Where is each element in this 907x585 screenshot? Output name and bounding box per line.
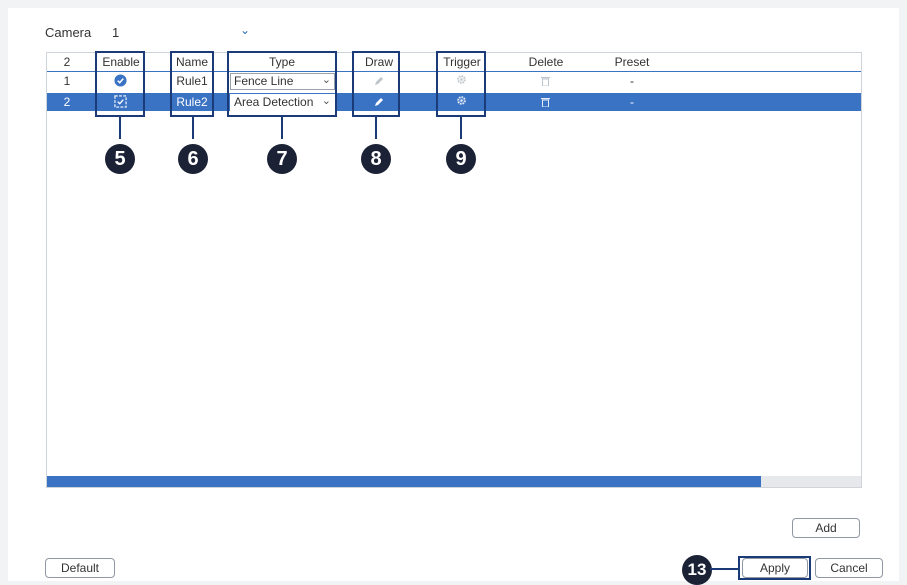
- add-button[interactable]: Add: [792, 518, 860, 538]
- camera-label: Camera: [45, 25, 92, 40]
- callout-box-name: [170, 51, 214, 117]
- header-count: 2: [63, 55, 71, 69]
- callout-box-type: [227, 51, 337, 117]
- trash-icon[interactable]: [540, 75, 550, 89]
- trash-icon[interactable]: [540, 96, 550, 110]
- header-preset: Preset: [614, 55, 650, 69]
- cancel-button[interactable]: Cancel: [815, 558, 883, 578]
- callout-line: [375, 117, 377, 139]
- callout-line: [119, 117, 121, 139]
- camera-select[interactable]: 1 ⌄: [112, 22, 252, 42]
- callout-line: [460, 117, 462, 139]
- callout-badge: 6: [178, 144, 208, 174]
- header-delete: Delete: [528, 55, 564, 69]
- preset-value: -: [630, 74, 634, 88]
- scrollbar-thumb[interactable]: [47, 476, 761, 487]
- row-index: 2: [63, 95, 71, 109]
- callout-badge: 7: [267, 144, 297, 174]
- rules-table: 2 Enable Name Type Draw Trigger Delete P…: [46, 52, 862, 488]
- callout-line: [710, 568, 740, 570]
- camera-select-value: 1: [112, 25, 120, 40]
- callout-box-draw: [352, 51, 400, 117]
- callout-badge: 5: [105, 144, 135, 174]
- callout-line: [192, 117, 194, 139]
- callout-badge: 8: [361, 144, 391, 174]
- horizontal-scrollbar[interactable]: [47, 476, 861, 487]
- callout-box-trigger: [436, 51, 486, 117]
- default-button[interactable]: Default: [45, 558, 115, 578]
- callout-box-enable: [95, 51, 145, 117]
- chevron-down-icon: ⌄: [240, 23, 251, 37]
- row-index: 1: [63, 74, 71, 88]
- preset-value: -: [630, 95, 634, 109]
- callout-badge: 9: [446, 144, 476, 174]
- callout-line: [281, 117, 283, 139]
- apply-button[interactable]: Apply: [742, 558, 808, 578]
